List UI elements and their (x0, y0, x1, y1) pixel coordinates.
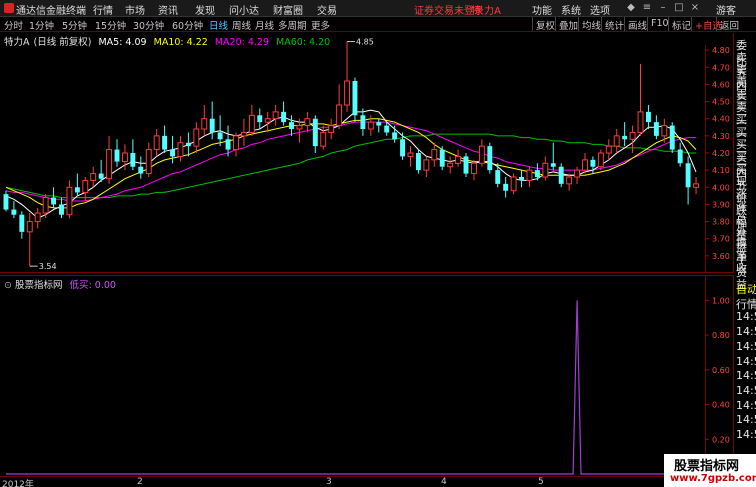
tick-time: 14:56 (736, 398, 756, 412)
tick-time: 14:56 (736, 354, 756, 368)
tick-time: 14:56 (736, 369, 756, 383)
signal-label: 低买 (69, 280, 89, 291)
user-label[interactable]: 游客 (716, 2, 736, 17)
watermark: 股票指标网 www.7gpzb.com (664, 454, 756, 487)
tick-panel-header: 行情 (736, 297, 756, 311)
period-weekly[interactable]: 周线 (232, 18, 251, 32)
indicator-tick-label: 0.20 (712, 435, 730, 444)
price-tick-label: 4.60 (712, 80, 730, 89)
price-tick-label: 4.10 (712, 166, 730, 175)
ma5-label: MA5: 4.09 (98, 37, 147, 48)
close-icon[interactable]: × (689, 2, 701, 13)
period-30min[interactable]: 30分钟 (133, 18, 164, 32)
high-annotation: 4.85 (356, 38, 374, 47)
app-logo-icon (4, 3, 14, 13)
quote-side-panel: 委比 卖五 卖四 卖三 卖二 卖一 买一 买二 买三 买四 买五 现价 涨跌 涨幅 总量 外盘 换手 净资 收益 (734, 33, 756, 291)
candle (669, 122, 675, 153)
period-daily[interactable]: 日线 (209, 18, 228, 32)
indicator-chart[interactable]: 1.00 0.80 0.60 0.40 0.20 (0, 275, 734, 476)
stock-title: 特 力A (471, 6, 502, 17)
period-5min[interactable]: 5分钟 (62, 18, 87, 32)
maximize-icon[interactable]: □ (673, 2, 685, 13)
menu-faxian[interactable]: 发现 (195, 2, 215, 17)
candle (510, 173, 517, 195)
menu-zixun[interactable]: 资讯 (158, 2, 178, 17)
date-tick: 2012年 (2, 480, 34, 487)
price-tick-label: 3.90 (712, 200, 730, 209)
minimize-icon[interactable]: – (657, 2, 669, 13)
tick-time: 14:56 (736, 339, 756, 353)
tick-time: 14:56 (736, 310, 756, 324)
menu-gongneng[interactable]: 功能 (532, 2, 552, 17)
price-tick-label: 4.20 (712, 149, 730, 158)
menu-caifuquan[interactable]: 财富圈 (273, 2, 303, 17)
period-more[interactable]: 更多 (311, 18, 330, 32)
price-tick-label: 4.40 (712, 115, 730, 124)
indicator-name[interactable]: 股票指标网 (15, 280, 63, 291)
price-tick-label: 3.70 (712, 235, 730, 244)
kline-chart[interactable]: 4.80 4.70 4.60 4.50 4.40 4.30 4.20 4.10 4.00 3.90… (0, 33, 734, 273)
settings-icon[interactable]: ≡ (641, 2, 653, 13)
ma10-label: MA10: 4.22 (153, 37, 208, 48)
indicator-tick-label: 0.40 (712, 401, 730, 410)
date-tick: 4 (441, 477, 447, 487)
candle (415, 149, 421, 174)
watermark-url: www.7gpzb.com (670, 473, 756, 484)
period-toolbar: 分时 1分钟 5分钟 15分钟 30分钟 60分钟 日线 周线 月线 多周期 更… (0, 17, 756, 32)
price-tick-label: 4.00 (712, 183, 730, 192)
tick-panel-header: 自动 (736, 283, 756, 296)
candle (558, 163, 564, 188)
date-axis: 2012年 2 3 4 5 (0, 476, 664, 487)
price-tick-label: 4.80 (712, 46, 730, 55)
period-fenshi[interactable]: 分时 (4, 18, 23, 32)
period-multi[interactable]: 多周期 (278, 18, 307, 32)
indicator-tick-label: 1.00 (712, 296, 730, 305)
indicator-menu-icon[interactable]: ⊙ (4, 280, 12, 291)
period-15min[interactable]: 15分钟 (95, 18, 126, 32)
candle (463, 153, 469, 177)
stock-name: 特力A (4, 37, 30, 48)
price-tick-label: 3.60 (712, 252, 730, 261)
indicator-tick-label: 0.60 (712, 366, 730, 375)
indicator-header: ⊙ 股票指标网 低买: 0.00 (4, 280, 116, 291)
price-tick-label: 4.30 (712, 132, 730, 141)
menu-wenxiaoda[interactable]: 问小达 (229, 2, 259, 17)
period-60min[interactable]: 60分钟 (172, 18, 203, 32)
watermark-title: 股票指标网 (674, 459, 740, 474)
price-tick-label: 4.70 (712, 63, 730, 72)
period-1min[interactable]: 1分钟 (29, 18, 54, 32)
menu-shichang[interactable]: 市场 (125, 2, 145, 17)
tick-time: 14:56 (736, 413, 756, 427)
ma20-label: MA20: 4.29 (214, 37, 269, 48)
candle (487, 142, 493, 174)
app-name: 通达信金融终端 (16, 6, 86, 17)
signal-value: 0.00 (94, 280, 116, 291)
title-bar: 通达信金融终端 行情 市场 资讯 发现 问小达 财富圈 交易 证券交易未登录 特… (0, 0, 756, 17)
back-button[interactable]: 返回 (716, 17, 742, 32)
menu-hangqing[interactable]: 行情 (93, 2, 113, 17)
price-tick-label: 3.80 (712, 218, 730, 227)
low-annotation: 3.54 (39, 262, 57, 271)
indicator-tick-label: 0.80 (712, 331, 730, 340)
tick-time: 14:56 (736, 383, 756, 397)
tick-time: 14:56 (736, 428, 756, 441)
main-chart-header: 特力A (日线 前复权) MA5: 4.09 MA10: 4.22 MA20: 4… (4, 34, 334, 48)
chart-mode: (日线 前复权) (33, 37, 92, 48)
menu-xitong[interactable]: 系统 (561, 2, 581, 17)
menu-jiaoyi[interactable]: 交易 (317, 2, 337, 17)
ma60-label: MA60: 4.20 (276, 37, 331, 48)
price-tick-label: 4.50 (712, 98, 730, 107)
date-tick: 2 (137, 477, 143, 487)
tick-time: 14:56 (736, 325, 756, 339)
candle (439, 146, 445, 171)
candle (597, 149, 604, 171)
menu-xuanxiang[interactable]: 选项 (590, 2, 610, 17)
skin-icon[interactable]: ◆ (625, 2, 637, 13)
date-tick: 5 (538, 477, 544, 487)
date-tick: 3 (326, 477, 332, 487)
period-monthly[interactable]: 月线 (255, 18, 274, 32)
